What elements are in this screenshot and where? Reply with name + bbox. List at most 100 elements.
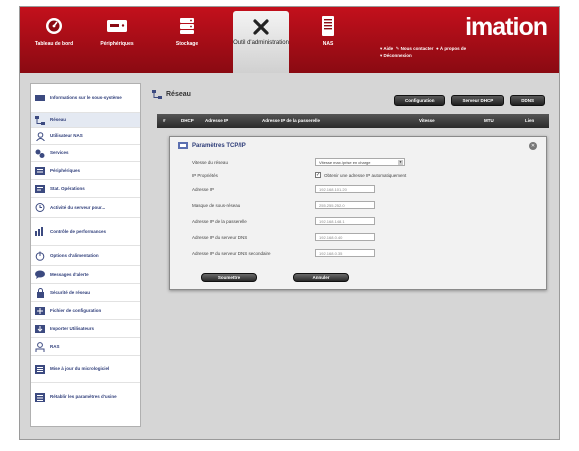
ip-address-input[interactable]: 192.168.101.20: [315, 185, 375, 193]
table-header: # DHCP Adresse IP Adresse IP de la passe…: [157, 114, 549, 128]
column-header: #: [163, 118, 166, 123]
power-icon: [35, 251, 45, 261]
dns-secondary-row: Adresse IP du serveur DNS secondaire 192…: [192, 248, 375, 258]
dhcp-server-button[interactable]: Serveur DHCP: [451, 95, 505, 106]
close-icon[interactable]: ✕: [529, 142, 537, 150]
submit-button[interactable]: Soumettre: [201, 273, 257, 282]
nav-nas[interactable]: NAS: [302, 15, 354, 47]
sidebar-item-performance[interactable]: Contrôle de performances: [31, 218, 140, 246]
network-card-icon: [178, 142, 188, 149]
sidebar-item-services[interactable]: Services: [31, 145, 140, 162]
column-header: MTU: [484, 118, 494, 123]
nav-label: Périphériques: [100, 41, 134, 47]
main-content: Réseau Configuration Serveur DHCP DDNS #…: [144, 83, 551, 427]
reset-icon: [35, 392, 45, 402]
sidebar-item-label: Stat. Opérations: [50, 185, 85, 191]
speed-row: Vitesse du réseau Vitesse max./prise en …: [192, 157, 405, 167]
nav-label: Outil d'administration: [233, 40, 289, 46]
update-icon: [35, 364, 45, 374]
network-icon: [35, 115, 45, 125]
chevron-down-icon: ▼: [398, 160, 403, 165]
lock-icon: [35, 287, 45, 298]
dns-primary-input[interactable]: 192.168.0.40: [315, 233, 375, 241]
sidebar-item-ras[interactable]: RAS: [31, 338, 140, 356]
nav-dashboard[interactable]: Tableau de bord: [28, 16, 80, 47]
sidebar-item-label: Messages d'alerte: [50, 271, 89, 277]
ddns-button[interactable]: DDNS: [510, 95, 545, 106]
nav-admin-tools[interactable]: Outil d'administration: [233, 11, 289, 73]
contact-link[interactable]: ✎ Nous contacter: [396, 46, 434, 51]
sidebar-item-label: Services: [50, 150, 69, 155]
column-header: Adresse IP de la passerelle: [262, 118, 320, 123]
configuration-button[interactable]: Configuration: [393, 95, 446, 106]
column-header: Lien: [525, 118, 535, 123]
performance-icon: [35, 227, 45, 236]
nav-storage[interactable]: Stockage: [161, 16, 213, 47]
dns-primary-row: Adresse IP du serveur DNS 192.168.0.40: [192, 232, 375, 242]
sidebar-item-firmware-update[interactable]: Mise à jour du micrologiciel: [31, 356, 140, 383]
subnet-mask-input[interactable]: 255.255.252.0: [315, 201, 375, 209]
hardware-icon: [35, 166, 45, 175]
sidebar-item-users[interactable]: Utilisateur NAS: [31, 128, 140, 145]
sidebar-item-activity[interactable]: Activité du serveur pour...: [31, 198, 140, 218]
ip-properties-row: IP Propriétés ✓ Obtenir une adresse IP a…: [192, 170, 406, 180]
nav-label: Tableau de bord: [34, 41, 74, 47]
cancel-button[interactable]: Annuler: [293, 273, 349, 282]
ip-properties-label: IP Propriétés: [192, 172, 218, 178]
auto-ip-checkbox[interactable]: ✓: [315, 172, 321, 178]
column-header: Adresse IP: [205, 118, 229, 123]
sidebar-item-info[interactable]: Informations sur le sous-système: [31, 84, 140, 113]
tcpip-settings-dialog: Paramètres TCP/IP ✕ Vitesse du réseau Vi…: [169, 136, 547, 290]
help-link[interactable]: ▾ Aide: [380, 46, 393, 51]
sidebar-item-label: Activité du serveur pour...: [50, 204, 106, 210]
speed-label: Vitesse du réseau: [192, 159, 228, 165]
sidebar: Informations sur le sous-système Réseau …: [30, 83, 141, 427]
about-link[interactable]: ● À propos de: [436, 46, 466, 51]
ip-address-row: Adresse IP 192.168.101.20: [192, 184, 375, 194]
field-label: Adresse IP de la passerelle: [192, 218, 247, 224]
sidebar-item-hardware[interactable]: Périphériques: [31, 162, 140, 180]
nav-label: NAS: [322, 41, 334, 47]
alert-icon: [35, 270, 45, 279]
sidebar-item-security[interactable]: Sécurité de réseau: [31, 284, 140, 302]
sidebar-item-label: Rétablir les paramètres d'usine: [50, 393, 117, 399]
sidebar-item-label: Sécurité de réseau: [50, 289, 91, 295]
sidebar-item-label: Fichier de configuration: [50, 307, 102, 313]
speed-select[interactable]: Vitesse max./prise en charge ▼: [315, 158, 405, 166]
ras-icon: [35, 341, 45, 352]
sidebar-item-label: Options d'alimentation: [50, 252, 99, 258]
toolbar: Configuration Serveur DHCP DDNS: [393, 95, 545, 106]
gateway-row: Adresse IP de la passerelle 192.168.148.…: [192, 216, 375, 226]
storage-icon: [176, 16, 198, 35]
tools-icon: [250, 17, 272, 36]
sidebar-item-label: Mise à jour du micrologiciel: [50, 366, 110, 371]
sidebar-item-power[interactable]: Options d'alimentation: [31, 246, 140, 266]
devices-icon: [106, 16, 128, 35]
dns-secondary-input[interactable]: 192.168.0.35: [315, 249, 375, 257]
field-label: Adresse IP: [192, 186, 215, 192]
dialog-title: Paramètres TCP/IP: [178, 142, 246, 149]
sidebar-item-factory-reset[interactable]: Rétablir les paramètres d'usine: [31, 383, 140, 410]
sidebar-item-label: Utilisateur NAS: [50, 133, 83, 138]
config-icon: [35, 306, 45, 315]
field-label: Masque de sous-réseau: [192, 202, 241, 208]
nav-label: Stockage: [175, 41, 199, 47]
sidebar-item-alerts[interactable]: Messages d'alerte: [31, 266, 140, 284]
nas-icon: [317, 15, 339, 36]
gateway-input[interactable]: 192.168.148.1: [315, 217, 375, 225]
sidebar-item-label: Réseau: [50, 117, 67, 122]
logout-link[interactable]: ▾ Déconnexion: [380, 53, 412, 58]
field-label: Adresse IP du serveur DNS secondaire: [192, 250, 271, 256]
sidebar-item-label: Périphériques: [50, 167, 81, 173]
sidebar-item-label: Importer Utilisateurs: [50, 325, 95, 331]
sidebar-item-import-users[interactable]: Importer Utilisateurs: [31, 320, 140, 338]
nav-devices[interactable]: Périphériques: [91, 16, 143, 47]
network-icon: [152, 90, 162, 99]
sidebar-item-label: Contrôle de performances: [50, 228, 107, 234]
sidebar-item-stats[interactable]: Stat. Opérations: [31, 180, 140, 198]
app-window: Tableau de bord Périphériques Stockage O…: [19, 6, 560, 440]
sidebar-item-network[interactable]: Réseau: [31, 113, 140, 128]
sidebar-item-config-file[interactable]: Fichier de configuration: [31, 302, 140, 320]
column-header: Vitesse: [419, 118, 435, 123]
sidebar-item-label: RAS: [50, 343, 60, 349]
